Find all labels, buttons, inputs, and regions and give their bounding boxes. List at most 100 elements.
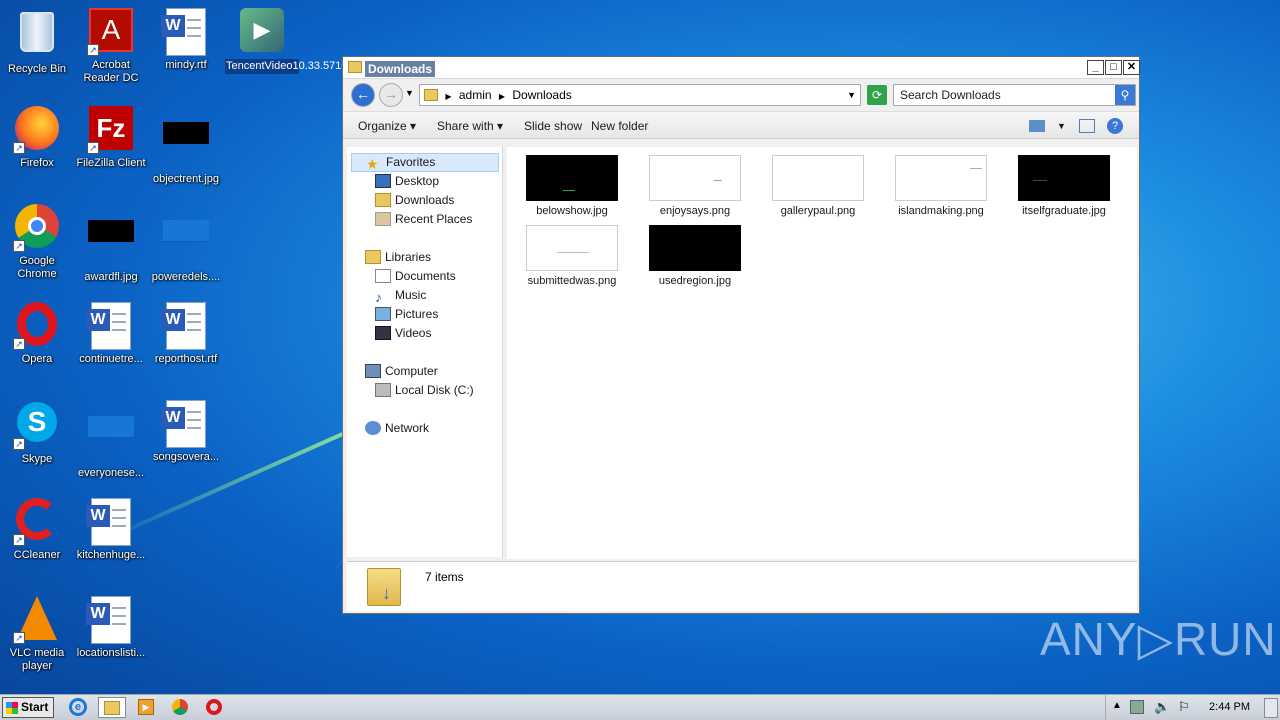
desktop-icon-locationslisti[interactable]: W locationslisti...	[74, 596, 148, 660]
chevron-down-icon[interactable]: ▼	[847, 85, 856, 105]
desktop-icon-reporthost[interactable]: W reporthost.rtf	[149, 302, 223, 366]
file-item[interactable]: usedregion.jpg	[642, 225, 748, 287]
chrome-icon: ↗	[13, 204, 61, 252]
skype-icon: S ↗	[13, 402, 61, 450]
nav-libraries[interactable]: Libraries	[365, 249, 431, 265]
nav-computer[interactable]: Computer	[365, 363, 438, 379]
address-bar[interactable]: ▶ admin ▶ Downloads ▼	[419, 84, 861, 106]
desktop-icon-label: Opera	[21, 353, 53, 365]
desktop-icon-opera[interactable]: ↗ Opera	[0, 302, 74, 366]
show-desktop-button[interactable]	[1264, 698, 1278, 718]
taskbar-ie[interactable]: e	[64, 697, 92, 718]
search-input[interactable]: Search Downloads ⚲	[893, 84, 1136, 106]
new-folder-button[interactable]: New folder	[591, 119, 648, 133]
desktop-icon-songsovera[interactable]: W songsovera...	[149, 400, 223, 464]
file-item[interactable]: enjoysays.png	[642, 155, 748, 217]
share-with-button[interactable]: Share with ▾	[437, 119, 503, 133]
desktop-icon-acrobat[interactable]: A ↗ Acrobat Reader DC	[74, 8, 148, 85]
minimize-button[interactable]: _	[1087, 60, 1104, 75]
file-list[interactable]: belowshow.jpg enjoysays.png gallerypaul.…	[507, 147, 1137, 559]
taskbar-opera[interactable]	[200, 697, 228, 718]
nav-network[interactable]: Network	[365, 420, 429, 436]
nav-local-disk[interactable]: Local Disk (C:)	[375, 382, 474, 398]
nav-favorites[interactable]: ★ Favorites	[351, 153, 499, 172]
explorer-window[interactable]: Downloads _ □ ✕ ← → ▼ ▶ admin ▶ Download…	[342, 56, 1140, 614]
navigation-bar: ← → ▼ ▶ admin ▶ Downloads ▼ ⟳ Search Dow…	[343, 79, 1139, 111]
file-item[interactable]: gallerypaul.png	[765, 155, 871, 217]
breadcrumb-admin[interactable]: admin	[459, 88, 492, 102]
slide-show-button[interactable]: Slide show	[524, 119, 582, 133]
disk-icon	[375, 383, 391, 397]
chevron-right-icon[interactable]: ▶	[499, 92, 505, 101]
desktop-icon-skype[interactable]: S ↗ Skype	[0, 400, 74, 466]
vlc-icon: ↗	[13, 596, 61, 644]
pictures-icon	[375, 307, 391, 321]
nav-documents[interactable]: Documents	[375, 268, 456, 284]
nav-recent-places[interactable]: Recent Places	[375, 211, 472, 227]
view-options-icon[interactable]	[1029, 120, 1045, 132]
taskbar-chrome[interactable]	[166, 697, 194, 718]
back-button[interactable]: ←	[351, 83, 375, 107]
desktop-icon-continuetre[interactable]: W continuetre...	[74, 302, 148, 366]
word-doc-icon: W	[161, 8, 210, 56]
nav-pictures[interactable]: Pictures	[375, 306, 438, 322]
folder-icon	[348, 61, 362, 73]
organize-button[interactable]: Organize ▾	[358, 119, 416, 133]
desktop-icon-mindy[interactable]: W mindy.rtf	[149, 8, 223, 72]
file-item[interactable]: belowshow.jpg	[519, 155, 625, 217]
clock[interactable]: 2:44 PM	[1209, 701, 1250, 713]
taskbar-media-player[interactable]: ▶	[132, 697, 160, 718]
show-hidden-icons-button[interactable]: ▲	[1112, 700, 1122, 711]
desktop-icon-filezilla[interactable]: Fz ↗ FileZilla Client	[74, 106, 148, 170]
refresh-button[interactable]: ⟳	[867, 85, 887, 105]
view-dropdown-icon[interactable]: ▼	[1057, 121, 1066, 131]
nav-desktop[interactable]: Desktop	[375, 173, 439, 189]
command-bar: Organize ▾ Share with ▾ Slide show New f…	[343, 111, 1139, 139]
title-bar[interactable]: Downloads _ □ ✕	[343, 57, 1140, 79]
volume-icon[interactable]: 🔈	[1154, 699, 1170, 715]
desktop-icon-objectrent[interactable]: objectrent.jpg	[149, 106, 223, 186]
nav-videos[interactable]: Videos	[375, 325, 431, 341]
windows-logo-icon	[6, 702, 18, 714]
desktop-icon-firefox[interactable]: ↗ Firefox	[0, 106, 74, 170]
desktop-icon-chrome[interactable]: ↗ Google Chrome	[0, 204, 74, 281]
desktop-icon-everyonese[interactable]: everyonese...	[74, 400, 148, 480]
desktop-icon-poweredels[interactable]: poweredels....	[149, 204, 223, 284]
taskbar-explorer[interactable]	[98, 697, 126, 718]
star-icon: ★	[366, 156, 379, 172]
desktop-icon-vlc[interactable]: ↗ VLC media player	[0, 596, 74, 673]
start-button[interactable]: Start	[2, 697, 54, 718]
desktop-icon-ccleaner[interactable]: ↗ CCleaner	[0, 498, 74, 562]
libraries-icon	[365, 250, 381, 264]
file-item[interactable]: islandmaking.png	[888, 155, 994, 217]
file-item[interactable]: submittedwas.png	[519, 225, 625, 287]
file-item[interactable]: itselfgraduate.jpg	[1011, 155, 1117, 217]
forward-button[interactable]: →	[379, 83, 403, 107]
desktop-icon-label: CCleaner	[13, 549, 61, 561]
desktop-icon-kitchenhuge[interactable]: W kitchenhuge...	[74, 498, 148, 562]
desktop-icon-tencent[interactable]: ▶ TencentVideo10.33.5710.0.exe	[225, 8, 377, 74]
desktop-icon	[375, 174, 391, 188]
recent-pages-dropdown[interactable]: ▼	[405, 88, 414, 98]
image-file-icon	[162, 122, 210, 170]
help-icon[interactable]: ?	[1107, 118, 1123, 134]
word-doc-icon: W	[86, 498, 135, 546]
search-icon[interactable]: ⚲	[1115, 85, 1135, 105]
chevron-right-icon[interactable]: ▶	[445, 92, 451, 101]
nav-music[interactable]: ♪ Music	[375, 287, 426, 304]
action-center-icon[interactable]	[1130, 700, 1144, 714]
desktop-icon-label: awardfl.jpg	[84, 271, 138, 283]
nav-downloads[interactable]: Downloads	[375, 192, 454, 208]
breadcrumb-downloads[interactable]: Downloads	[512, 88, 571, 102]
taskbar: Start e ▶ ▲ 🔈 ⚐ 2:44 PM	[0, 694, 1280, 720]
desktop-icon-label: songsovera...	[152, 451, 220, 463]
tencent-video-icon: ▶	[238, 8, 286, 56]
maximize-button[interactable]: □	[1105, 60, 1122, 75]
image-thumbnail	[526, 155, 618, 201]
desktop-icon-awardfl[interactable]: awardfl.jpg	[74, 204, 148, 284]
desktop-icon-recycle-bin[interactable]: Recycle Bin	[0, 8, 74, 76]
preview-pane-icon[interactable]	[1079, 119, 1095, 133]
close-button[interactable]: ✕	[1123, 60, 1140, 75]
image-thumbnail	[1018, 155, 1110, 201]
flag-icon[interactable]: ⚐	[1178, 699, 1190, 715]
